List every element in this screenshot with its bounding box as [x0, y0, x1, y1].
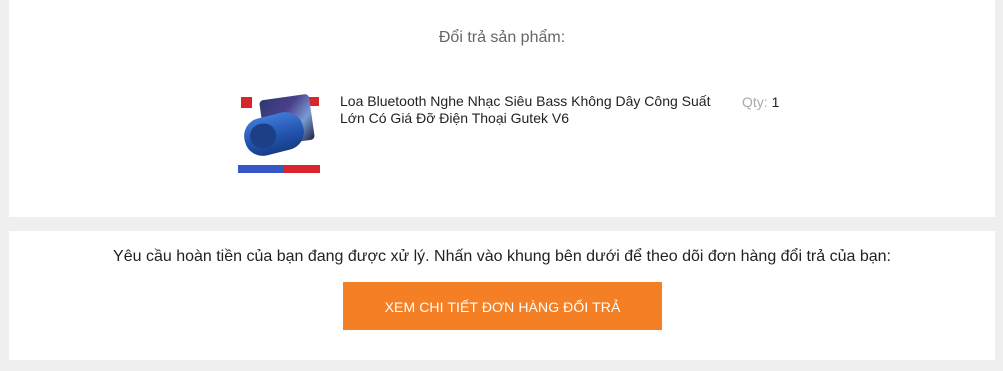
qty-value: 1	[771, 94, 780, 110]
brand-badge-icon	[241, 97, 252, 108]
refund-status-card: Yêu cầu hoàn tiền của bạn đang được xử l…	[9, 231, 995, 360]
product-name[interactable]: Loa Bluetooth Nghe Nhạc Siêu Bass Không …	[340, 93, 720, 127]
product-thumbnail[interactable]	[238, 89, 320, 175]
section-title: Đổi trả sản phẩm:	[438, 29, 566, 46]
qty-label: Qty:	[742, 94, 768, 110]
product-quantity: Qty: 1	[742, 94, 779, 110]
thumbnail-strip	[238, 165, 320, 173]
speaker-image	[240, 108, 308, 160]
refund-notice: Yêu cầu hoàn tiền của bạn đang được xử l…	[113, 248, 891, 265]
view-return-order-button[interactable]: XEM CHI TIẾT ĐƠN HÀNG ĐỔI TRẢ	[343, 282, 662, 330]
return-product-card: Đổi trả sản phẩm: Loa Bluetooth Nghe Nhạ…	[9, 0, 995, 217]
